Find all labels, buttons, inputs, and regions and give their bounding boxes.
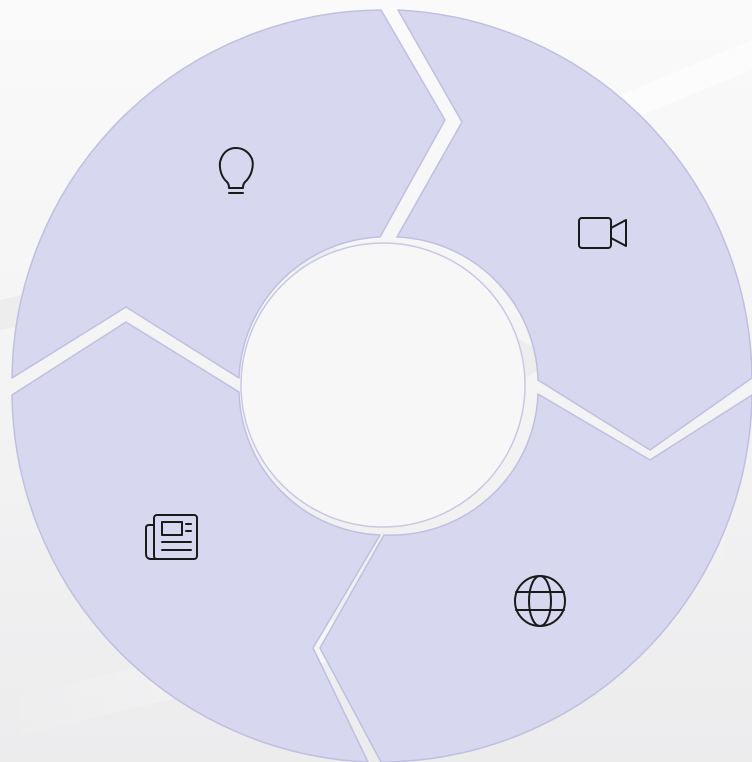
cycle-diagram-page [0,0,752,762]
center-hole [240,242,526,528]
cycle-diagram [11,9,752,762]
